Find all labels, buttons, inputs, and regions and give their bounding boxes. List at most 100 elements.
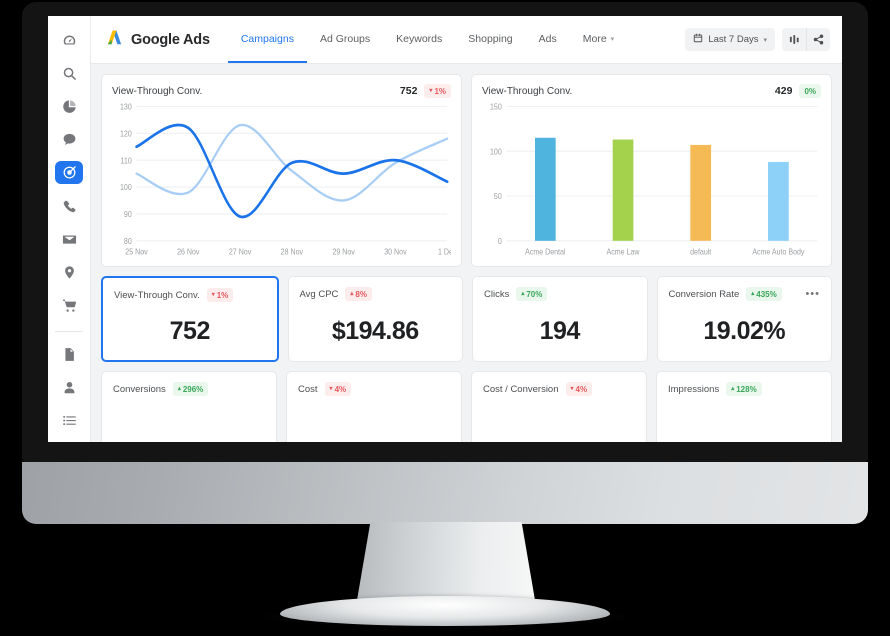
svg-text:Acme Auto Body: Acme Auto Body	[752, 247, 804, 257]
brand: Google Ads	[105, 28, 210, 52]
tab-more-label: More	[582, 32, 607, 45]
stat-card[interactable]: Conversions ▴ 296%	[101, 371, 277, 442]
stat-card-header: Conversions ▴ 296%	[113, 382, 265, 396]
stat-card-value: 19.02%	[703, 316, 786, 345]
tab-keywords-label: Keywords	[396, 32, 443, 45]
line-chart-value: 752	[399, 85, 418, 97]
stat-card-label: Conversions	[113, 383, 166, 395]
sidebar-item-campaigns[interactable]	[55, 161, 83, 185]
search-icon	[62, 66, 77, 81]
sidebar-item-analytics[interactable]	[55, 95, 83, 118]
primary-nav-tabs: Campaigns Ad Groups Keywords Shopping Ad…	[227, 16, 627, 63]
tab-shopping[interactable]: Shopping	[455, 16, 525, 63]
line-chart-badge: ▾ 1%	[424, 84, 451, 98]
svg-text:80: 80	[124, 237, 132, 247]
stat-card[interactable]: Impressions ▴ 128%	[656, 371, 832, 442]
svg-text:100: 100	[120, 183, 132, 193]
stat-card-header: Impressions ▴ 128%	[668, 382, 820, 396]
stat-card-badge: ▴ 435%	[746, 287, 782, 301]
stat-card-badge-text: 4%	[334, 384, 347, 394]
stat-card[interactable]: Cost ▾ 4%	[286, 371, 462, 442]
share-button[interactable]	[806, 28, 830, 51]
stat-card[interactable]: View-Through Conv. ▾ 1% 752	[101, 276, 279, 362]
stat-card-header: Cost ▾ 4%	[298, 382, 450, 396]
stat-card-label: Cost / Conversion	[483, 383, 559, 395]
arrow-up-icon: ▴	[177, 386, 181, 392]
stat-card-badge: ▴ 8%	[345, 287, 372, 301]
share-icon	[813, 34, 824, 45]
stat-card-header: Avg CPC ▴ 8%	[300, 287, 452, 301]
tab-ads[interactable]: Ads	[526, 16, 570, 63]
shopping-cart-icon	[62, 298, 77, 313]
stat-card-label: Conversion Rate	[668, 288, 740, 300]
sidebar-item-messages[interactable]	[55, 128, 83, 151]
overflow-menu-icon[interactable]: •••	[805, 288, 820, 300]
stat-card-badge: ▾ 4%	[565, 382, 593, 396]
sidebar-divider	[55, 330, 83, 332]
stat-card[interactable]: Cost / Conversion ▾ 4%	[471, 371, 647, 442]
stat-card-value: 752	[169, 316, 211, 345]
bar-chart-value: 429	[774, 85, 793, 97]
arrow-up-icon: ▴	[751, 291, 755, 297]
pie-chart-icon	[62, 99, 77, 114]
tab-more[interactable]: More ▾	[570, 16, 627, 63]
svg-text:29 Nov: 29 Nov	[332, 247, 355, 257]
speedometer-icon	[62, 33, 77, 48]
stat-card-badge-text: 70%	[526, 289, 543, 299]
tab-keywords[interactable]: Keywords	[383, 16, 455, 63]
stat-card[interactable]: Avg CPC ▴ 8% $194.86	[287, 276, 463, 362]
stat-card-label: Cost	[298, 383, 318, 395]
tab-campaigns[interactable]: Campaigns	[227, 16, 307, 63]
topbar-right-controls: Last 7 Days ▾	[685, 28, 830, 51]
arrow-up-icon: ▴	[731, 386, 735, 392]
bar-chart-badge-text: 0%	[804, 86, 816, 96]
person-icon	[62, 380, 77, 395]
stat-card-badge: ▾ 1%	[206, 288, 234, 302]
sidebar-item-dashboard[interactable]	[55, 29, 83, 52]
svg-text:110: 110	[121, 156, 132, 166]
sidebar-item-calls[interactable]	[55, 194, 83, 217]
columns-icon	[789, 34, 800, 45]
bar-chart-card: View-Through Conv. 429 0% 0 50 100 150 Acme …	[471, 74, 832, 267]
stat-card-badge-text: 296%	[182, 384, 204, 394]
stat-card-header: Conversion Rate ▴ 435% •••	[669, 287, 821, 301]
sidebar-item-settings-list[interactable]	[55, 409, 83, 432]
calendar-icon	[693, 33, 703, 46]
stat-card-badge-text: 128%	[736, 384, 757, 394]
svg-text:30 Nov: 30 Nov	[384, 247, 407, 257]
tab-ad-groups[interactable]: Ad Groups	[307, 16, 383, 63]
tab-campaigns-label: Campaigns	[240, 32, 294, 45]
columns-button[interactable]	[782, 28, 806, 51]
monitor-stand-neck	[356, 522, 536, 606]
sidebar-item-locations[interactable]	[55, 261, 83, 284]
sidebar-item-reports[interactable]	[55, 343, 83, 366]
tab-ad-groups-label: Ad Groups	[319, 32, 371, 45]
svg-text:100: 100	[490, 147, 502, 157]
tab-shopping-label: Shopping	[468, 32, 513, 45]
sidebar-item-search[interactable]	[55, 62, 83, 85]
sidebar-item-ecommerce[interactable]	[55, 294, 83, 317]
stat-card-label: Avg CPC	[299, 288, 339, 300]
document-icon	[62, 347, 77, 362]
left-sidebar	[48, 16, 91, 442]
charts-row: View-Through Conv. 752 ▾ 1% 80 90 100 110 12…	[101, 74, 832, 267]
stat-card-value	[483, 396, 635, 442]
arrow-down-icon: ▾	[570, 386, 574, 392]
sidebar-item-email[interactable]	[55, 228, 83, 251]
stat-card-value: 194	[539, 316, 581, 345]
dashboard-content: View-Through Conv. 752 ▾ 1% 80 90 100 110 12…	[91, 64, 842, 442]
topbar-icon-buttons	[782, 28, 830, 51]
stat-card-badge-text: 8%	[355, 289, 367, 299]
svg-text:27 Nov: 27 Nov	[229, 247, 252, 257]
line-chart-title: View-Through Conv.	[112, 85, 203, 97]
stat-card[interactable]: Clicks ▴ 70% 194	[472, 276, 648, 362]
svg-text:0: 0	[498, 237, 502, 247]
map-pin-icon	[62, 265, 77, 280]
stat-card[interactable]: Conversion Rate ▴ 435% ••• 19.02%	[656, 276, 832, 362]
arrow-up-icon: ▴	[521, 291, 525, 297]
sidebar-item-account[interactable]	[55, 376, 83, 399]
date-range-picker[interactable]: Last 7 Days ▾	[685, 28, 775, 51]
svg-text:150: 150	[490, 102, 502, 112]
bar-chart-badge: 0%	[799, 84, 821, 98]
stat-card-badge: ▾ 4%	[324, 382, 352, 396]
